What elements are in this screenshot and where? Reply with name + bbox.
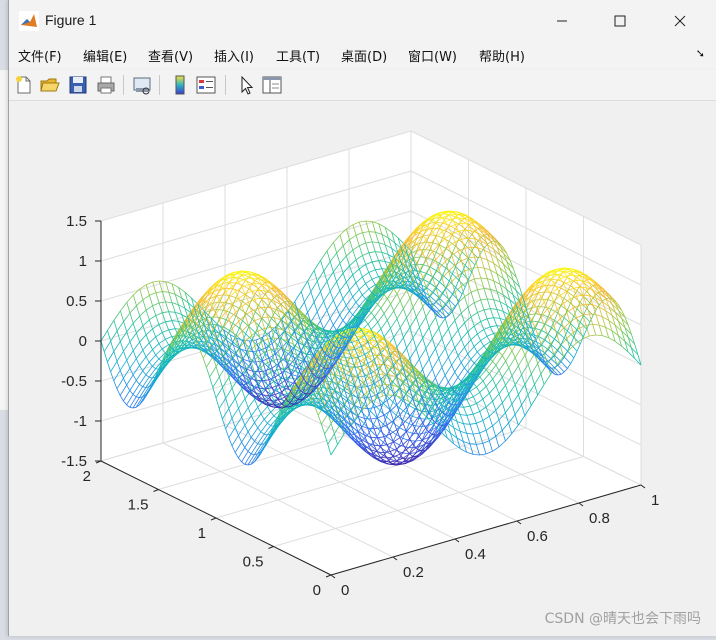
menu-window[interactable]: 窗口(W) xyxy=(408,46,457,65)
menu-tools[interactable]: 工具(T) xyxy=(276,46,320,65)
property-inspector-icon[interactable] xyxy=(261,74,283,96)
toolbar-separator xyxy=(159,75,160,95)
open-file-icon[interactable] xyxy=(39,74,61,96)
colorbar-icon[interactable] xyxy=(169,74,191,96)
window-title: Figure 1 xyxy=(45,12,96,28)
link-plot-icon[interactable] xyxy=(131,74,153,96)
menu-edit[interactable]: 编辑(E) xyxy=(83,46,127,65)
menu-desktop[interactable]: 桌面(D) xyxy=(341,46,387,65)
title-bar: Figure 1 xyxy=(9,0,716,42)
menu-view[interactable]: 查看(V) xyxy=(148,46,193,65)
print-icon[interactable] xyxy=(95,74,117,96)
legend-icon[interactable] xyxy=(195,74,217,96)
toolbar-separator xyxy=(123,75,124,95)
maximize-button[interactable] xyxy=(597,0,643,42)
menu-file[interactable]: 文件(F) xyxy=(18,46,62,65)
figure-window: Figure 1 文件(F) 编辑(E) 查看(V) 插入(I) 工具(T) 桌… xyxy=(8,0,716,636)
maximize-icon xyxy=(614,15,626,27)
toolbar-separator xyxy=(225,75,226,95)
mesh-plot-axes[interactable]: 00.20.40.60.8100.511.52-1.5-1-0.500.511.… xyxy=(9,101,716,636)
menu-bar: 文件(F) 编辑(E) 查看(V) 插入(I) 工具(T) 桌面(D) 窗口(W… xyxy=(9,42,716,68)
minimize-button[interactable] xyxy=(539,0,585,42)
toolbar xyxy=(9,70,716,101)
matlab-logo-icon xyxy=(19,11,39,31)
menu-insert[interactable]: 插入(I) xyxy=(214,46,254,65)
pointer-icon[interactable] xyxy=(235,74,257,96)
new-figure-icon[interactable] xyxy=(13,74,35,96)
close-icon xyxy=(674,15,686,27)
save-icon[interactable] xyxy=(67,74,89,96)
minimize-icon xyxy=(556,15,568,27)
close-button[interactable] xyxy=(657,0,703,42)
menu-help[interactable]: 帮助(H) xyxy=(479,46,525,65)
menu-overflow-arrow-icon[interactable]: ➘ xyxy=(696,47,705,60)
figure-canvas: 00.20.40.60.8100.511.52-1.5-1-0.500.511.… xyxy=(9,101,716,636)
